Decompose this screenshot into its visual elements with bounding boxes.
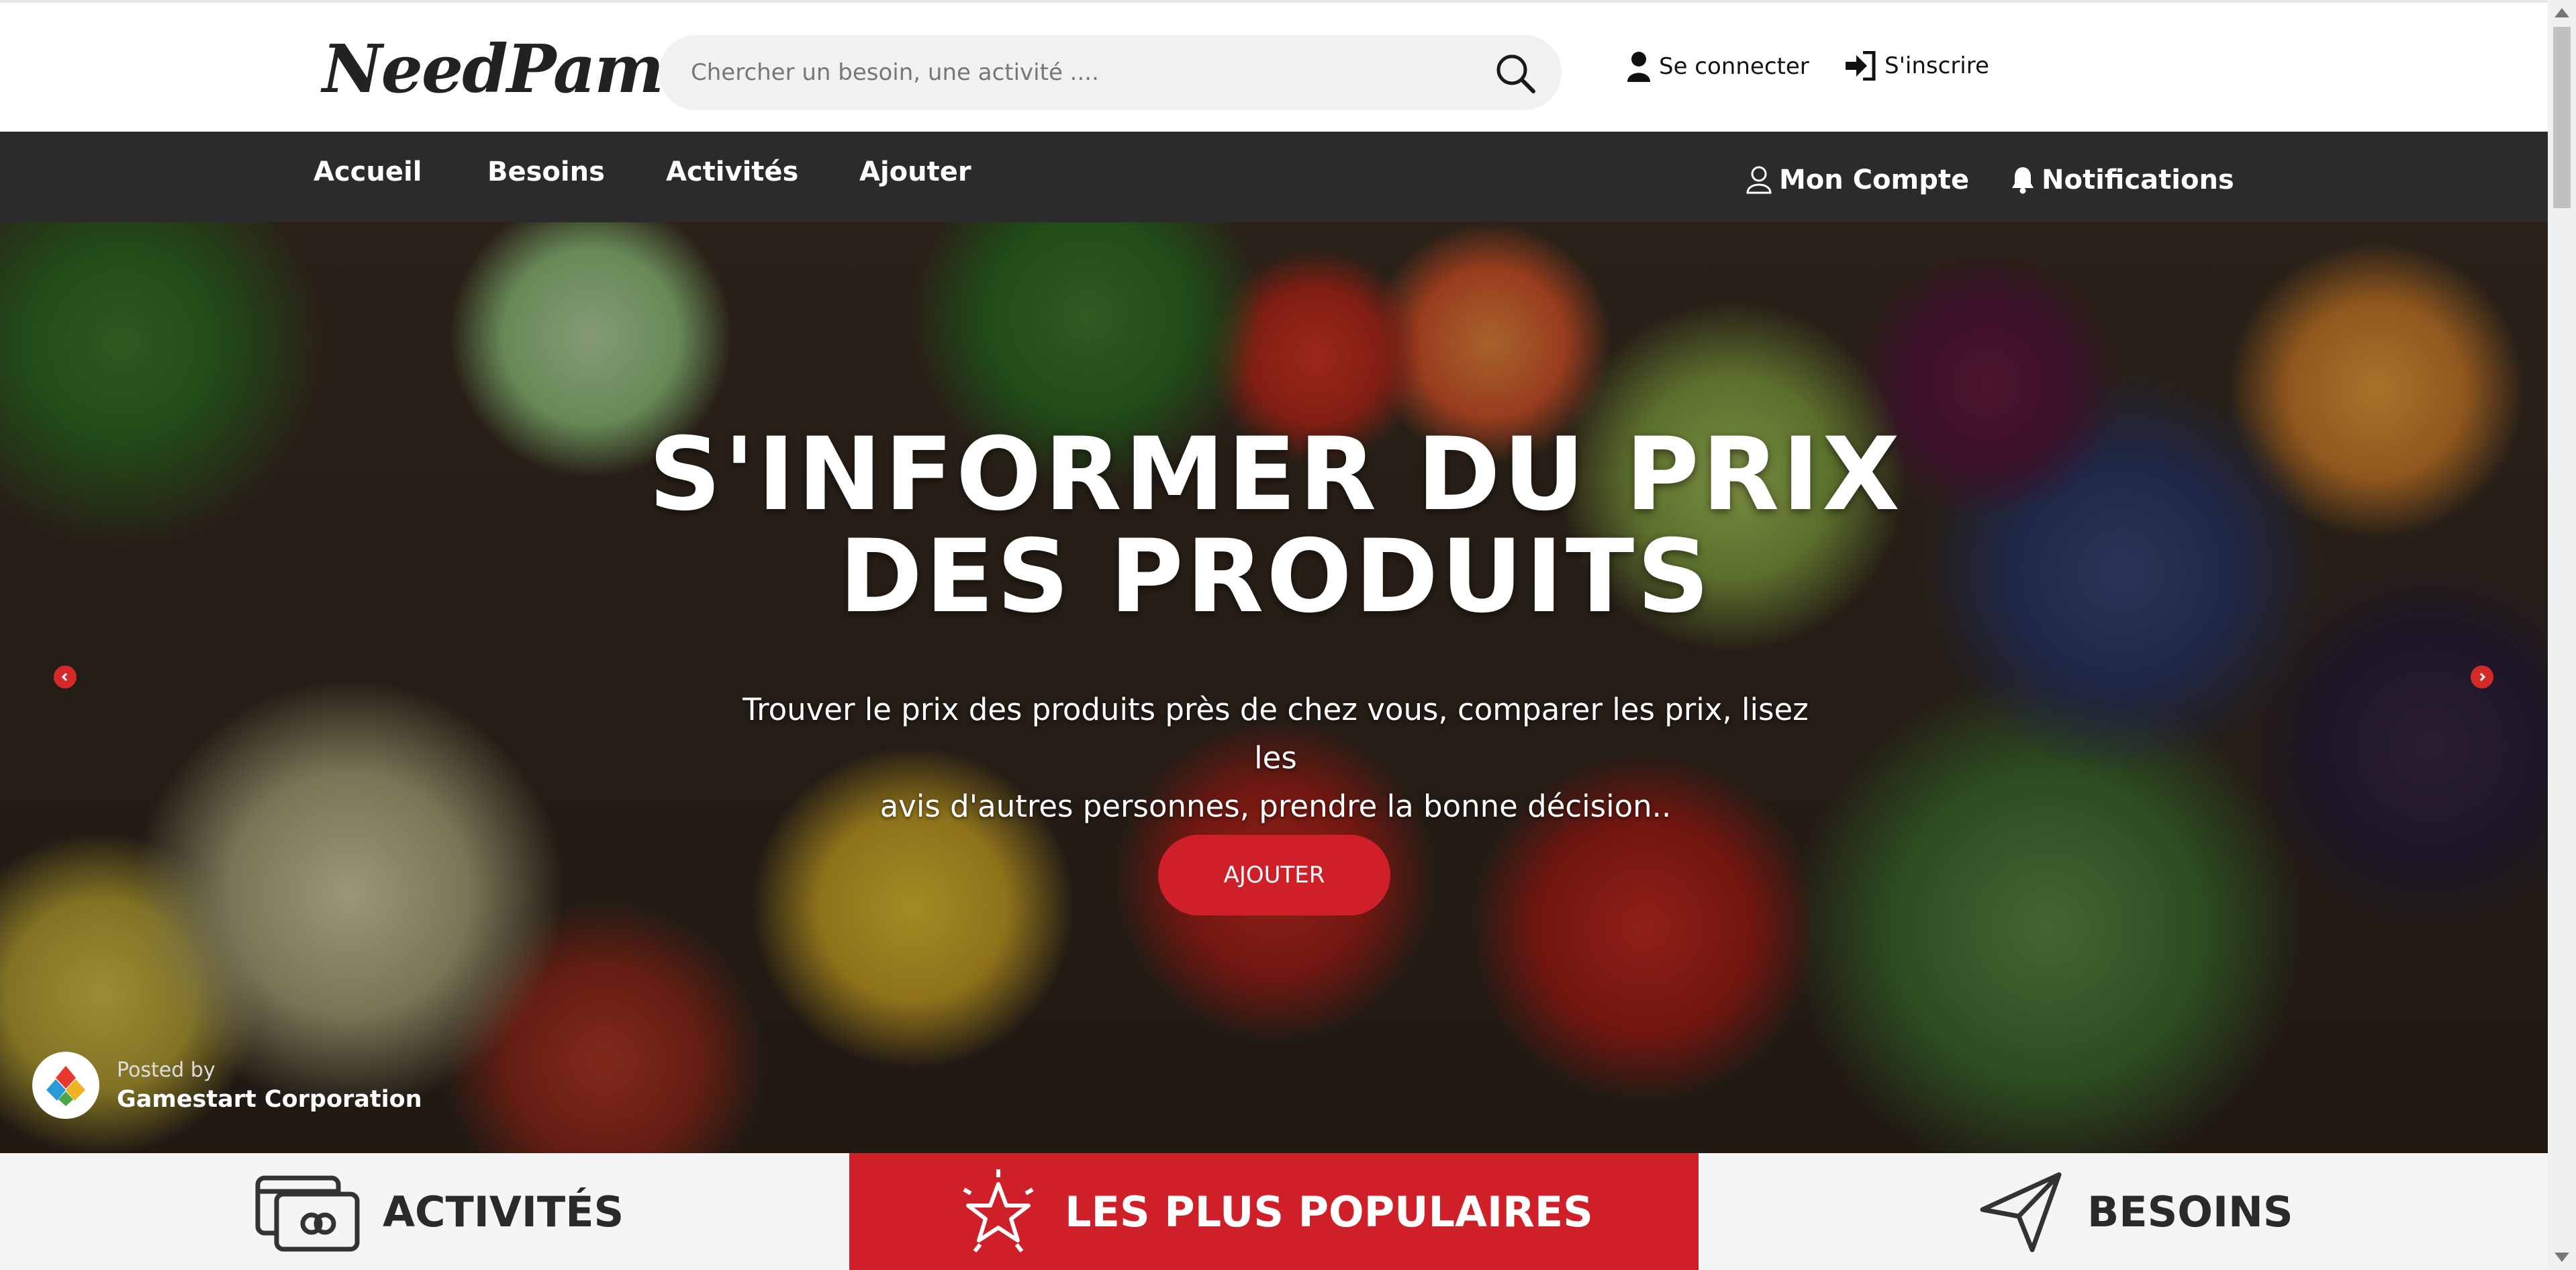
signup-label: S'inscrire — [1885, 52, 1989, 79]
nav-item-accueil[interactable]: Accueil — [314, 132, 422, 222]
tab-activites-label: ACTIVITÉS — [383, 1187, 624, 1236]
nav-notifications[interactable]: Notifications — [2011, 134, 2234, 225]
search-bar — [659, 35, 1562, 110]
user-outline-icon — [1746, 166, 1772, 193]
tab-besoins-label: BESOINS — [2087, 1187, 2293, 1236]
hero-subtitle-line-1: Trouver le prix des produits près de che… — [743, 692, 1809, 776]
posted-by-name[interactable]: Gamestart Corporation — [117, 1086, 422, 1113]
hero-title-line-1: S'INFORMER DU PRIX — [649, 416, 1903, 533]
tab-besoins[interactable]: BESOINS — [1977, 1153, 2293, 1270]
nav-item-besoins[interactable]: Besoins — [487, 132, 605, 222]
nav-item-ajouter[interactable]: Ajouter — [859, 132, 971, 222]
nav-account[interactable]: Mon Compte — [1746, 134, 1969, 225]
search-icon[interactable] — [1492, 50, 1539, 97]
hero-title-line-2: DES PRODUITS — [839, 518, 1713, 635]
login-label: Se connecter — [1659, 53, 1809, 80]
posted-by-label: Posted by — [117, 1058, 216, 1082]
star-icon — [963, 1169, 1034, 1253]
main-nav: Accueil Besoins Activités Ajouter Mon Co… — [0, 132, 2548, 222]
category-tabs: ACTIVITÉS LES PLUS POPULAIRES BESOINS — [0, 1153, 2548, 1270]
scroll-thumb[interactable] — [2553, 27, 2571, 208]
slider-prev-arrow[interactable] — [54, 666, 77, 688]
sign-in-icon — [1846, 51, 1876, 81]
posted-by-text: Posted by Gamestart Corporation — [117, 1058, 422, 1113]
paper-plane-icon — [1980, 1172, 2062, 1253]
page-scrollbar[interactable] — [2548, 0, 2576, 1270]
site-logo[interactable]: NeedPam — [322, 31, 664, 108]
hero-subtitle-line-2: avis d'autres personnes, prendre la bonn… — [879, 788, 1672, 824]
nav-item-activites[interactable]: Activités — [666, 132, 798, 222]
credit-card-icon — [255, 1175, 360, 1252]
signup-link[interactable]: S'inscrire — [1844, 51, 1989, 81]
gamestart-logo[interactable] — [32, 1052, 99, 1119]
user-icon — [1627, 52, 1650, 82]
scroll-down-arrow[interactable] — [2555, 1253, 2569, 1262]
tab-popular-label: LES PLUS POPULAIRES — [1065, 1187, 1593, 1236]
tab-popular[interactable]: LES PLUS POPULAIRES — [849, 1153, 1699, 1270]
slider-next-arrow[interactable] — [2471, 666, 2493, 688]
hero-slider: S'INFORMER DU PRIX DES PRODUITS Trouver … — [0, 222, 2548, 1153]
chevron-left-icon — [61, 672, 68, 682]
posted-by-credit: Posted by Gamestart Corporation — [32, 1052, 422, 1119]
hero-title: S'INFORMER DU PRIX DES PRODUITS — [470, 424, 2081, 628]
bell-icon — [2012, 167, 2034, 193]
top-header: NeedPam Se connecter S'inscrire — [0, 0, 2548, 132]
add-button[interactable]: AJOUTER — [1158, 835, 1390, 915]
hero-subtitle: Trouver le prix des produits près de che… — [725, 686, 1826, 831]
notifications-label: Notifications — [2042, 164, 2234, 195]
login-link[interactable]: Se connecter — [1627, 51, 1809, 82]
scroll-up-arrow[interactable] — [2555, 8, 2569, 17]
tab-activites[interactable]: ACTIVITÉS — [255, 1153, 624, 1270]
search-input[interactable] — [691, 35, 1449, 110]
chevron-right-icon — [2479, 672, 2486, 682]
account-label: Mon Compte — [1779, 164, 1970, 195]
